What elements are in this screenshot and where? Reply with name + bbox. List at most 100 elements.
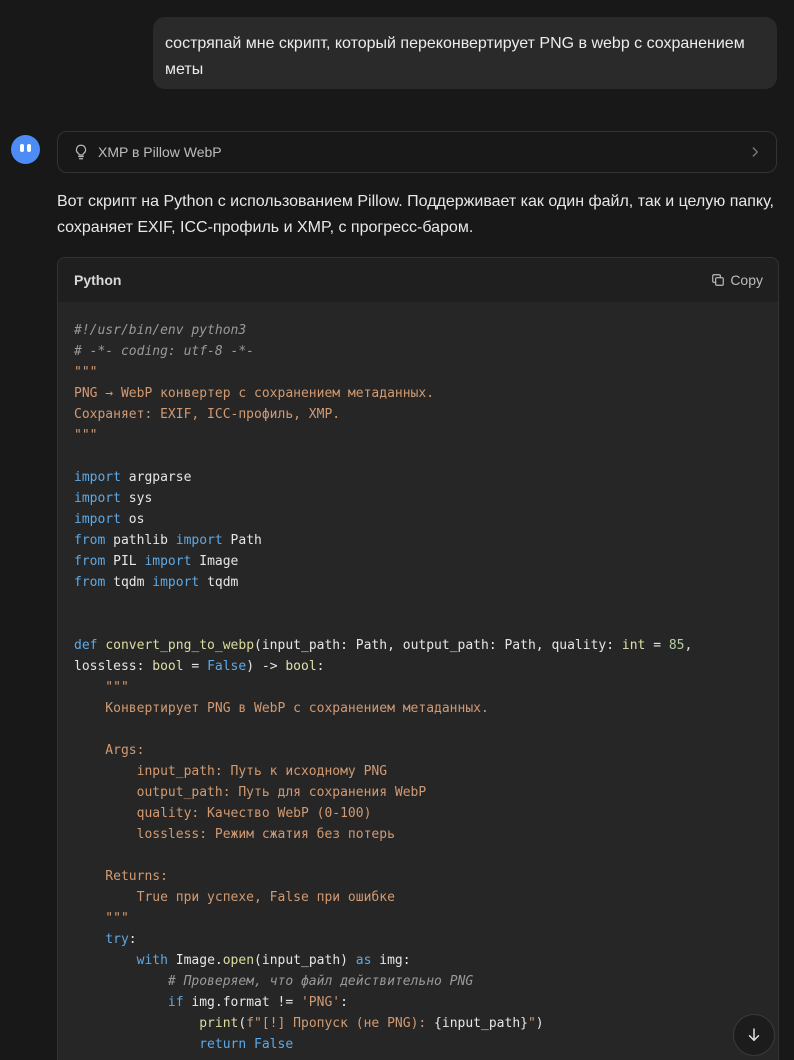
code-line: def convert_png_to_webp(input_path: Path… bbox=[74, 635, 778, 656]
code-line: from pathlib import Path bbox=[74, 530, 778, 551]
code-token: import bbox=[144, 554, 192, 569]
code-token: try bbox=[105, 932, 129, 947]
code-block: Python Copy #!/usr/bin/env python3 # -*- … bbox=[57, 257, 779, 1060]
code-token: False bbox=[207, 659, 247, 674]
code-line: from PIL import Image bbox=[74, 551, 778, 572]
code-token: = bbox=[645, 638, 669, 653]
code-token: : bbox=[316, 659, 325, 674]
code-token: Image. bbox=[167, 953, 223, 968]
code-token: input_path: Путь к исходному PNG bbox=[74, 764, 388, 779]
code-line: import argparse bbox=[74, 467, 778, 488]
code-token: import bbox=[74, 470, 121, 485]
user-message-text: состряпай мне скрипт, который переконвер… bbox=[165, 35, 745, 78]
code-token: output_path: Путь для сохранения WebP bbox=[74, 785, 427, 800]
code-token: " bbox=[527, 1016, 536, 1031]
code-token: pathlib bbox=[105, 533, 176, 548]
code-token: #!/usr/bin/env python3 bbox=[74, 323, 247, 338]
code-line: Конвертирует PNG в WebP с сохранением ме… bbox=[74, 698, 778, 719]
code-token: Image bbox=[191, 554, 239, 569]
code-line: output_path: Путь для сохранения WebP bbox=[74, 782, 778, 803]
code-token: img: bbox=[371, 953, 411, 968]
code-token: bool bbox=[152, 659, 184, 674]
code-token: ) bbox=[535, 1016, 544, 1031]
code-token: import bbox=[175, 533, 223, 548]
code-token: def bbox=[74, 638, 98, 653]
thinking-summary-toggle[interactable]: XMP в Pillow WebP bbox=[57, 131, 777, 173]
code-token: import bbox=[74, 512, 121, 527]
code-line: print(f"[!] Пропуск (не PNG): {input_pat… bbox=[74, 1013, 778, 1034]
code-token: int bbox=[621, 638, 646, 653]
code-token: print bbox=[199, 1016, 239, 1031]
code-token: with bbox=[136, 953, 168, 968]
code-token: if bbox=[167, 995, 184, 1010]
code-token: (input_path) bbox=[254, 953, 356, 968]
assistant-avatar bbox=[11, 135, 40, 164]
code-token: 85 bbox=[668, 638, 685, 653]
code-line: Returns: bbox=[74, 866, 778, 887]
copy-icon bbox=[712, 274, 725, 286]
code-token: ) -> bbox=[246, 659, 286, 674]
lightbulb-icon bbox=[72, 143, 90, 161]
code-token: : bbox=[128, 932, 137, 947]
user-message-bubble: состряпай мне скрипт, который переконвер… bbox=[153, 17, 777, 89]
code-line: # Проверяем, что файл действительно PNG bbox=[74, 971, 778, 992]
code-token: import bbox=[74, 491, 121, 506]
code-token: """ bbox=[74, 365, 98, 380]
code-token: f"[!] Пропуск (не PNG): bbox=[246, 1016, 435, 1031]
code-line: PNG → WebP конвертер с сохранением метад… bbox=[74, 383, 778, 404]
code-token: Конвертирует PNG в WebP с сохранением ме… bbox=[74, 701, 489, 716]
code-token: sys bbox=[120, 491, 153, 506]
code-token: as bbox=[355, 953, 372, 968]
avatar-eye-left bbox=[20, 144, 24, 152]
code-token: {input_path} bbox=[434, 1016, 528, 1031]
code-line: Сохраняет: EXIF, ICC-профиль, XMP. bbox=[74, 404, 778, 425]
assistant-reply-text: Вот скрипт на Python с использованием Pi… bbox=[57, 193, 774, 236]
code-line: #!/usr/bin/env python3 bbox=[74, 320, 778, 341]
scroll-to-bottom-button[interactable] bbox=[733, 1014, 775, 1056]
code-token: open bbox=[222, 953, 255, 968]
code-line: Args: bbox=[74, 740, 778, 761]
code-token: """ bbox=[74, 428, 98, 443]
code-token: argparse bbox=[120, 470, 192, 485]
code-line: import sys bbox=[74, 488, 778, 509]
copy-button[interactable]: Copy bbox=[711, 272, 763, 288]
code-line: # -*- coding: utf-8 -*- bbox=[74, 341, 778, 362]
code-token: """ bbox=[74, 680, 129, 695]
chat-page: состряпай мне скрипт, который переконвер… bbox=[0, 0, 794, 1060]
code-line: lossless: Режим сжатия без потерь bbox=[74, 824, 778, 845]
code-token: True при успехе, False при ошибке bbox=[74, 890, 395, 905]
code-token: Сохраняет: EXIF, ICC-профиль, XMP. bbox=[74, 407, 341, 422]
code-token: quality: Качество WebP (0-100) bbox=[74, 806, 372, 821]
code-block-header: Python Copy bbox=[58, 258, 778, 302]
copy-button-label: Copy bbox=[730, 272, 763, 288]
code-line: """ bbox=[74, 425, 778, 446]
code-token: Returns: bbox=[74, 869, 168, 884]
code-token: Args: bbox=[74, 743, 145, 758]
code-token: convert_png_to_webp bbox=[105, 638, 255, 653]
code-line: """ bbox=[74, 908, 778, 929]
code-token: : bbox=[340, 995, 348, 1010]
avatar-eye-right bbox=[27, 144, 31, 152]
code-token: os bbox=[120, 512, 145, 527]
code-token: bool bbox=[285, 659, 317, 674]
code-token: return bbox=[199, 1037, 247, 1052]
code-line: with Image.open(input_path) as img: bbox=[74, 950, 778, 971]
code-token: tqdm bbox=[199, 575, 239, 590]
code-token: PIL bbox=[105, 554, 145, 569]
thinking-summary-label: XMP в Pillow WebP bbox=[98, 144, 222, 160]
code-line: True при успехе, False при ошибке bbox=[74, 887, 778, 908]
code-line: quality: Качество WebP (0-100) bbox=[74, 803, 778, 824]
code-token: """ bbox=[74, 911, 129, 926]
chevron-right-icon bbox=[748, 145, 762, 159]
code-token: import bbox=[152, 575, 200, 590]
code-token: False bbox=[254, 1037, 294, 1052]
code-token: from bbox=[74, 554, 106, 569]
